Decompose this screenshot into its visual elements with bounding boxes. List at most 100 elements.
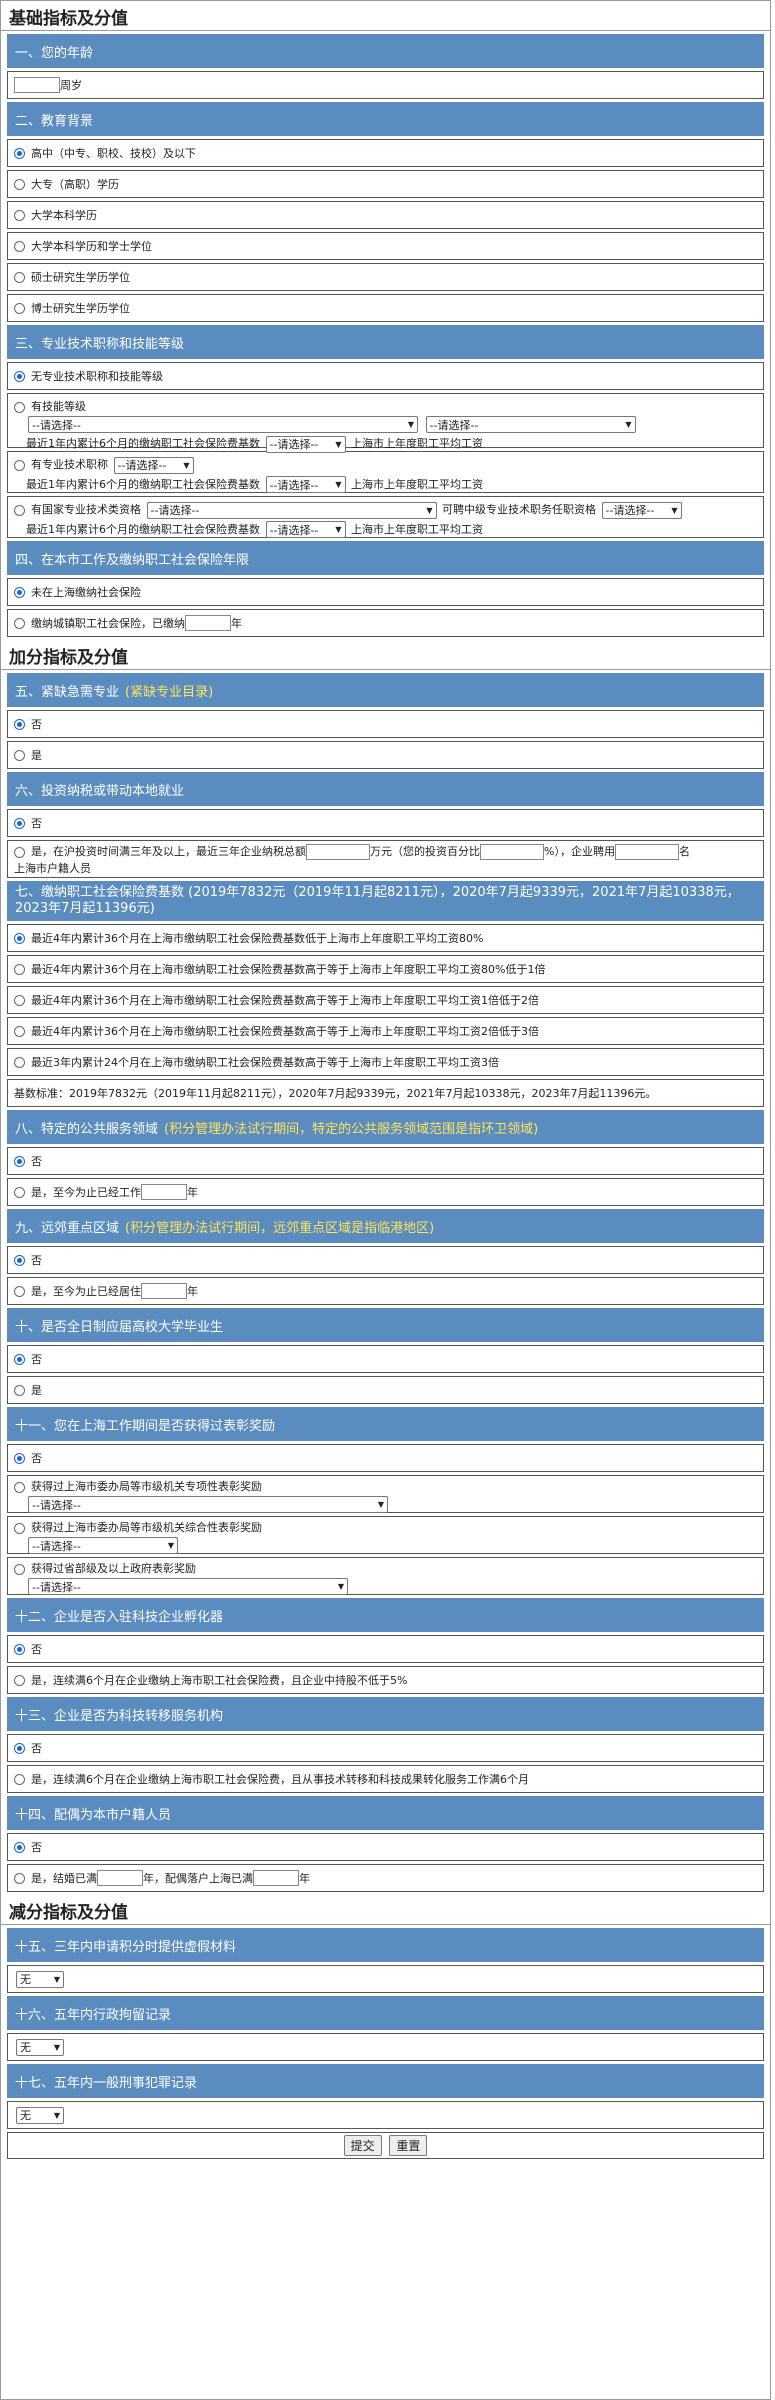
prof-select[interactable]: --请选择-- ▼ — [113, 456, 194, 474]
s8-yes[interactable]: 是，至今为止已经工作 年 — [7, 1178, 764, 1206]
tax-input[interactable] — [306, 844, 370, 860]
radio-icon[interactable] — [14, 749, 25, 761]
s9-no[interactable]: 否 — [7, 1246, 764, 1274]
radio-icon[interactable] — [14, 1522, 25, 1534]
s10-no[interactable]: 否 — [7, 1345, 764, 1373]
radio-icon[interactable] — [14, 302, 25, 314]
radio-icon[interactable] — [14, 504, 25, 516]
ins-none-option[interactable]: 未在上海缴纳社会保险 — [7, 578, 764, 606]
radio-icon[interactable] — [14, 178, 25, 190]
prof-option[interactable]: 有专业技术职称 --请选择-- ▼ 最近1年内累计6个月的缴纳职工社会保险费基数 … — [7, 451, 764, 493]
edu-option[interactable]: 大学本科学历 — [7, 201, 764, 229]
s13-yes[interactable]: 是，连续满6个月在企业缴纳上海市职工社会保险费，且从事技术转移和科技成果转化服务… — [7, 1765, 764, 1793]
cert-mid-select[interactable]: --请选择-- ▼ — [601, 501, 682, 519]
radio-icon[interactable] — [14, 963, 25, 975]
radio-icon[interactable] — [14, 401, 25, 413]
s7-option[interactable]: 最近4年内累计36个月在上海市缴纳职工社会保险费基数高于等于上海市上年度职工平均… — [7, 955, 764, 983]
s11-opt3[interactable]: 获得过省部级及以上政府表彰奖励 --请选择-- ▼ — [7, 1557, 764, 1595]
radio-icon[interactable] — [14, 1285, 25, 1297]
years-input[interactable] — [141, 1283, 187, 1299]
radio-icon[interactable] — [14, 1872, 25, 1884]
radio-icon[interactable] — [14, 1025, 25, 1037]
radio-icon[interactable] — [14, 1056, 25, 1068]
ins-years-input[interactable] — [185, 615, 231, 631]
radio-icon[interactable] — [14, 1773, 25, 1785]
s14-yes[interactable]: 是，结婚已满 年，配偶落户上海已满 年 — [7, 1864, 764, 1892]
s9-yes[interactable]: 是，至今为止已经居住 年 — [7, 1277, 764, 1305]
hire-input[interactable] — [614, 844, 679, 860]
radio-icon[interactable] — [14, 271, 25, 283]
s13-no[interactable]: 否 — [7, 1734, 764, 1762]
radio-icon[interactable] — [14, 1452, 25, 1464]
s10-yes[interactable]: 是 — [7, 1376, 764, 1404]
s14-no[interactable]: 否 — [7, 1833, 764, 1861]
radio-icon[interactable] — [14, 586, 25, 598]
radio-icon[interactable] — [14, 240, 25, 252]
s5-yes[interactable]: 是 — [7, 741, 764, 769]
radio-icon[interactable] — [14, 617, 25, 629]
radio-icon[interactable] — [14, 1254, 25, 1266]
base-select[interactable]: --请选择-- ▼ — [265, 476, 346, 493]
s5-no[interactable]: 否 — [7, 710, 764, 738]
radio-icon[interactable] — [14, 459, 25, 471]
criminal-select[interactable]: 无 ▼ — [16, 2106, 64, 2124]
award2-select[interactable]: --请选择-- ▼ — [28, 1537, 178, 1554]
award3-select[interactable]: --请选择-- ▼ — [28, 1578, 348, 1595]
percent-input[interactable] — [480, 844, 544, 860]
radio-icon[interactable] — [14, 1155, 25, 1167]
s7-option[interactable]: 最近3年内累计24个月在上海市缴纳职工社会保险费基数高于等于上海市上年度职工平均… — [7, 1048, 764, 1076]
s11-opt1[interactable]: 获得过上海市委办局等市级机关专项性表彰奖励 --请选择-- ▼ — [7, 1475, 764, 1513]
years-input[interactable] — [141, 1184, 187, 1200]
s8-no[interactable]: 否 — [7, 1147, 764, 1175]
s12-no[interactable]: 否 — [7, 1635, 764, 1663]
radio-icon[interactable] — [14, 1674, 25, 1686]
s11-opt2[interactable]: 获得过上海市委办局等市级机关综合性表彰奖励 --请选择-- ▼ — [7, 1516, 764, 1554]
s7-option[interactable]: 最近4年内累计36个月在上海市缴纳职工社会保险费基数低于上海市上年度职工平均工资… — [7, 924, 764, 952]
edu-option[interactable]: 大学本科学历和学士学位 — [7, 232, 764, 260]
false-material-select[interactable]: 无 ▼ — [16, 1970, 64, 1988]
edu-option[interactable]: 大专（高职）学历 — [7, 170, 764, 198]
s7-option[interactable]: 最近4年内累计36个月在上海市缴纳职工社会保险费基数高于等于上海市上年度职工平均… — [7, 1017, 764, 1045]
radio-icon[interactable] — [14, 817, 25, 829]
skill-type-select[interactable]: --请选择-- ▼ — [28, 416, 418, 433]
radio-icon[interactable] — [14, 1643, 25, 1655]
s12-yes[interactable]: 是，连续满6个月在企业缴纳上海市职工社会保险费，且企业中持股不低于5% — [7, 1666, 764, 1694]
s7-option[interactable]: 最近4年内累计36个月在上海市缴纳职工社会保险费基数高于等于上海市上年度职工平均… — [7, 986, 764, 1014]
radio-icon[interactable] — [14, 1481, 25, 1493]
radio-icon[interactable] — [14, 932, 25, 944]
spouse-years-input[interactable] — [253, 1870, 299, 1886]
award1-select[interactable]: --请选择-- ▼ — [28, 1496, 388, 1513]
married-years-input[interactable] — [97, 1870, 143, 1886]
s11-no[interactable]: 否 — [7, 1444, 764, 1472]
radio-icon[interactable] — [14, 1384, 25, 1396]
s6-no[interactable]: 否 — [7, 809, 764, 837]
reset-button[interactable]: 重置 — [389, 2135, 428, 2156]
s6-yes[interactable]: 是，在沪投资时间满三年及以上，最近三年企业纳税总额 万元（您的投资百分比 %），企业… — [7, 840, 764, 878]
radio-icon[interactable] — [14, 1742, 25, 1754]
radio-icon[interactable] — [14, 1841, 25, 1853]
skill-option[interactable]: 有技能等级 --请选择-- ▼ --请选择-- ▼ 最近1年内累计6个月的缴纳职工社… — [7, 393, 764, 453]
radio-icon[interactable] — [14, 209, 25, 221]
cert-select[interactable]: --请选择-- ▼ — [146, 501, 437, 519]
age-input[interactable] — [14, 77, 60, 93]
cert-option[interactable]: 有国家专业技术类资格 --请选择-- ▼ 可聘中级专业技术职务任职资格 --请选择… — [7, 496, 764, 538]
radio-icon[interactable] — [14, 370, 25, 382]
radio-icon[interactable] — [14, 994, 25, 1006]
edu-option[interactable]: 硕士研究生学历学位 — [7, 263, 764, 291]
base-select[interactable]: --请选择-- ▼ — [265, 521, 346, 538]
edu-option[interactable]: 博士研究生学历学位 — [7, 294, 764, 322]
radio-icon[interactable] — [14, 1563, 25, 1575]
skill-level-select[interactable]: --请选择-- ▼ — [425, 416, 636, 433]
radio-icon[interactable] — [14, 147, 25, 159]
radio-icon[interactable] — [14, 846, 25, 858]
catalog-link[interactable]: (紧缺专业目录) — [125, 681, 213, 700]
base-select[interactable]: --请选择-- ▼ — [265, 435, 346, 453]
submit-button[interactable]: 提交 — [343, 2135, 382, 2156]
title-none-option[interactable]: 无专业技术职称和技能等级 — [7, 362, 764, 390]
edu-option[interactable]: 高中（中专、职校、技校）及以下 — [7, 139, 764, 167]
radio-icon[interactable] — [14, 1186, 25, 1198]
detention-select[interactable]: 无 ▼ — [16, 2038, 64, 2056]
ins-paid-option[interactable]: 缴纳城镇职工社会保险，已缴纳 年 — [7, 609, 764, 637]
radio-icon[interactable] — [14, 718, 25, 730]
radio-icon[interactable] — [14, 1353, 25, 1365]
